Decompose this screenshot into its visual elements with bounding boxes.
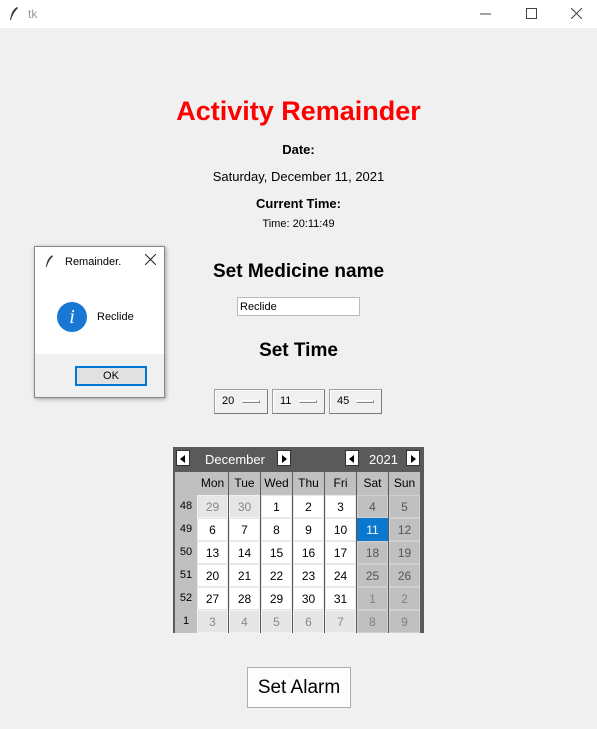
calendar-day[interactable]: 8 <box>261 518 292 541</box>
calendar-day[interactable]: 29 <box>197 495 228 518</box>
calendar-day[interactable]: 4 <box>357 495 388 518</box>
ok-button[interactable]: OK <box>75 366 147 386</box>
maximize-button[interactable] <box>508 0 554 28</box>
dialog-title: Remainder. <box>65 256 122 268</box>
medicine-name-input[interactable] <box>237 297 360 316</box>
calendar-day[interactable]: 28 <box>229 587 260 610</box>
week-number: 49 <box>175 518 197 541</box>
calendar-month: December <box>205 452 265 467</box>
calendar-day[interactable]: 26 <box>389 564 420 587</box>
dialog-footer: OK <box>35 354 164 397</box>
hour-value: 20 <box>222 395 235 407</box>
remainder-dialog: Remainder. i Reclide OK <box>34 246 165 398</box>
weekday-header: Sun <box>389 472 420 495</box>
close-icon <box>144 253 156 266</box>
date-label: Date: <box>282 142 315 157</box>
calendar-day[interactable]: 30 <box>229 495 260 518</box>
calendar-day[interactable]: 2 <box>293 495 324 518</box>
calendar-day[interactable]: 18 <box>357 541 388 564</box>
minimize-icon <box>479 13 491 15</box>
dialog-close-button[interactable] <box>142 252 158 270</box>
calendar-day[interactable]: 31 <box>325 587 356 610</box>
calendar-day[interactable]: 1 <box>261 495 292 518</box>
prev-month-button[interactable] <box>176 450 190 466</box>
minute-value: 11 <box>280 395 292 407</box>
app-title: Activity Remainder <box>176 96 421 126</box>
close-button[interactable] <box>553 0 597 28</box>
info-icon: i <box>57 302 87 332</box>
calendar-day[interactable]: 3 <box>197 610 228 633</box>
second-value: 45 <box>337 395 350 407</box>
weekday-header: Tue <box>229 472 260 495</box>
dropdown-indicator-icon <box>242 400 260 403</box>
minimize-button[interactable] <box>462 0 508 28</box>
prev-year-button[interactable] <box>345 450 359 466</box>
current-time-value: Time: 20:11:49 <box>262 218 335 230</box>
maximize-icon <box>525 8 537 19</box>
current-time-label: Current Time: <box>256 196 341 211</box>
weekday-header: Sat <box>357 472 388 495</box>
week-number: 50 <box>175 541 197 564</box>
next-month-button[interactable] <box>277 450 291 466</box>
window-title: tk <box>28 7 38 21</box>
week-number: 51 <box>175 564 197 587</box>
calendar-day[interactable]: 6 <box>293 610 324 633</box>
date-value: Saturday, December 11, 2021 <box>212 169 385 184</box>
weekday-header: Fri <box>325 472 356 495</box>
calendar-day[interactable]: 25 <box>357 564 388 587</box>
minute-select[interactable]: 11 <box>272 389 325 414</box>
week-number: 48 <box>175 495 197 518</box>
calendar-day[interactable]: 4 <box>229 610 260 633</box>
calendar-day[interactable]: 2 <box>389 587 420 610</box>
calendar-day[interactable]: 24 <box>325 564 356 587</box>
calendar-day[interactable]: 23 <box>293 564 324 587</box>
calendar-year: 2021 <box>369 452 398 467</box>
calendar-day[interactable]: 5 <box>389 495 420 518</box>
calendar-day[interactable]: 20 <box>197 564 228 587</box>
calendar-day[interactable]: 22 <box>261 564 292 587</box>
next-year-button[interactable] <box>406 450 420 466</box>
calendar-day[interactable]: 1 <box>357 587 388 610</box>
dropdown-indicator-icon <box>299 400 317 403</box>
calendar-day[interactable]: 15 <box>261 541 292 564</box>
calendar-header: December 2021 <box>173 447 424 470</box>
window-titlebar: tk <box>0 0 597 28</box>
tk-feather-icon <box>45 255 54 267</box>
calendar-day[interactable]: 17 <box>325 541 356 564</box>
second-select[interactable]: 45 <box>329 389 382 414</box>
calendar-day[interactable]: 29 <box>261 587 292 610</box>
dialog-message: Reclide <box>97 311 134 323</box>
dropdown-indicator-icon <box>356 400 374 403</box>
week-header-corner <box>175 472 197 495</box>
tk-feather-icon <box>10 7 18 20</box>
calendar-day[interactable]: 10 <box>325 518 356 541</box>
week-number: 1 <box>175 610 197 633</box>
calendar-day[interactable]: 3 <box>325 495 356 518</box>
calendar-day[interactable]: 14 <box>229 541 260 564</box>
weekday-header: Wed <box>261 472 292 495</box>
calendar-day[interactable]: 6 <box>197 518 228 541</box>
calendar-day[interactable]: 7 <box>325 610 356 633</box>
close-icon <box>570 7 582 20</box>
calendar-day[interactable]: 12 <box>389 518 420 541</box>
hour-select[interactable]: 20 <box>214 389 268 414</box>
weekday-header: Mon <box>197 472 228 495</box>
calendar-day[interactable]: 9 <box>293 518 324 541</box>
calendar-day[interactable]: 8 <box>357 610 388 633</box>
calendar-day[interactable]: 16 <box>293 541 324 564</box>
calendar-day[interactable]: 9 <box>389 610 420 633</box>
calendar-day[interactable]: 13 <box>197 541 228 564</box>
calendar-day[interactable]: 11 <box>357 518 388 541</box>
weekday-header: Thu <box>293 472 324 495</box>
calendar-day[interactable]: 30 <box>293 587 324 610</box>
calendar-day[interactable]: 27 <box>197 587 228 610</box>
calendar-day[interactable]: 7 <box>229 518 260 541</box>
calendar-day[interactable]: 5 <box>261 610 292 633</box>
calendar-day[interactable]: 19 <box>389 541 420 564</box>
calendar-day[interactable]: 21 <box>229 564 260 587</box>
calendar: December 2021 Mon Tue Wed Thu Fri Sat Sun 48 29 3… <box>173 447 424 633</box>
week-number: 52 <box>175 587 197 610</box>
set-alarm-button[interactable]: Set Alarm <box>247 667 351 708</box>
